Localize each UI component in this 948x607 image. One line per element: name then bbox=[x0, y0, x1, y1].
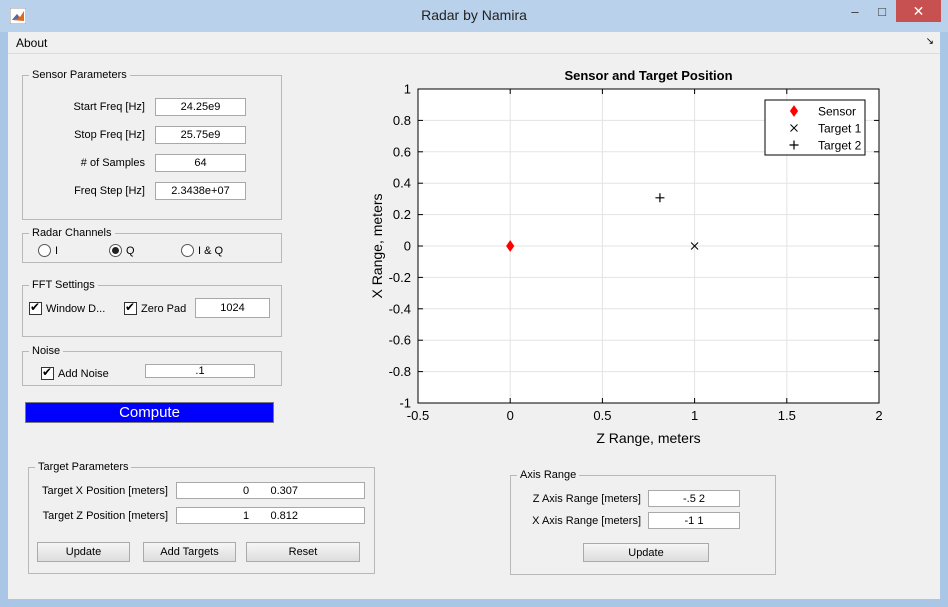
x-tick-label: 1.5 bbox=[778, 408, 796, 423]
x-tick-label: 0 bbox=[507, 408, 514, 423]
x-tick-label: 1 bbox=[691, 408, 698, 423]
y-tick-label: 0.6 bbox=[393, 144, 411, 159]
plot-legend: Sensor Target 1 Target 2 bbox=[764, 99, 866, 156]
legend-label: Sensor bbox=[818, 105, 856, 119]
x-axis-label: Z Range, meters bbox=[596, 430, 700, 446]
x-tick-label: 0.5 bbox=[593, 408, 611, 423]
y-tick-label: -1 bbox=[399, 396, 411, 411]
x-tick-label: 2 bbox=[875, 408, 882, 423]
y-tick-label: -0.4 bbox=[389, 301, 411, 316]
y-tick-label: -0.6 bbox=[389, 333, 411, 348]
y-tick-label: 1 bbox=[404, 82, 411, 97]
y-tick-label: 0.2 bbox=[393, 207, 411, 222]
sensor-target-plot: -0.5 0 0.5 1 1.5 2-1-0.8-0.6-0.4-0.200.20.40.… bbox=[369, 68, 883, 446]
plot-title: Sensor and Target Position bbox=[564, 68, 732, 83]
y-tick-label: 0 bbox=[404, 239, 411, 254]
legend-label: Target 1 bbox=[818, 122, 862, 136]
y-tick-label: 0.8 bbox=[393, 113, 411, 128]
y-tick-label: 0.4 bbox=[393, 176, 411, 191]
y-tick-label: -0.8 bbox=[389, 364, 411, 379]
legend-label: Target 2 bbox=[818, 139, 862, 153]
y-tick-label: -0.2 bbox=[389, 270, 411, 285]
y-axis-label: X Range, meters bbox=[369, 193, 385, 298]
